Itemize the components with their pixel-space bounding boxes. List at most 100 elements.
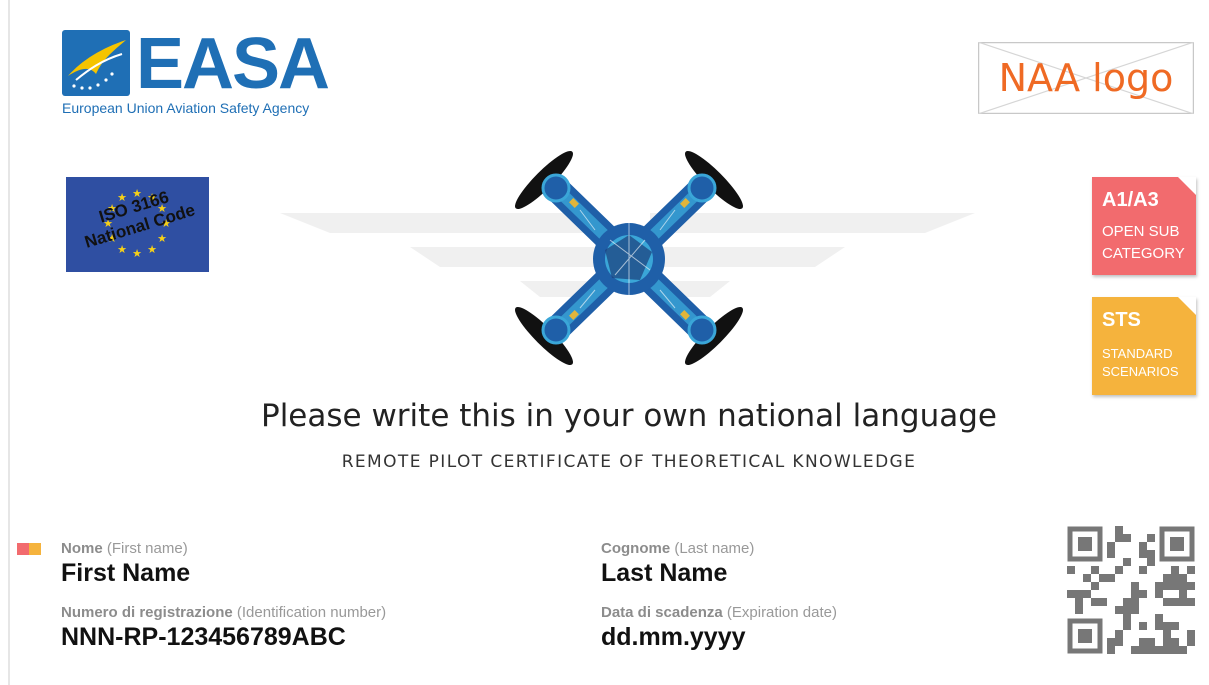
qr-module bbox=[1099, 598, 1107, 606]
qr-module bbox=[1163, 622, 1171, 630]
qr-module bbox=[1123, 606, 1131, 614]
marker-red-square bbox=[17, 543, 29, 555]
qr-module bbox=[1147, 558, 1155, 566]
field-label-english: (First name) bbox=[106, 540, 188, 557]
naa-logo-text: NAA logo bbox=[998, 56, 1174, 100]
easa-tagline: European Union Aviation Safety Agency bbox=[62, 100, 310, 116]
badge-a1-a3: A1/A3 OPEN SUB CATEGORY bbox=[1092, 177, 1196, 275]
first-name-value: First Name bbox=[61, 559, 191, 587]
qr-module bbox=[1139, 550, 1147, 558]
qr-module bbox=[1139, 590, 1147, 598]
badge-desc-line1: STANDARD bbox=[1102, 346, 1173, 361]
field-label-english: (Last name) bbox=[674, 540, 755, 557]
qr-module bbox=[1187, 598, 1195, 606]
qr-module bbox=[1067, 590, 1075, 598]
qr-module bbox=[1187, 566, 1195, 574]
qr-module bbox=[1171, 638, 1179, 646]
field-last-name: Cognome (Last name) Last Name bbox=[601, 540, 754, 588]
qr-module bbox=[1187, 582, 1195, 590]
drone-illustration bbox=[515, 151, 743, 365]
svg-text:★: ★ bbox=[147, 243, 157, 256]
badge-sts: STS STANDARD SCENARIOS bbox=[1092, 297, 1196, 395]
qr-module bbox=[1171, 566, 1179, 574]
qr-module bbox=[1179, 590, 1187, 598]
category-color-marker bbox=[17, 543, 41, 555]
badge-desc-line1: OPEN SUB bbox=[1102, 223, 1180, 240]
field-label: Cognome (Last name) bbox=[601, 540, 754, 557]
qr-module bbox=[1171, 574, 1179, 582]
corner-fold-icon bbox=[1178, 297, 1196, 315]
qr-module bbox=[1163, 598, 1171, 606]
qr-module bbox=[1107, 574, 1115, 582]
svg-text:★: ★ bbox=[132, 247, 142, 260]
qr-module bbox=[1115, 566, 1123, 574]
qr-module bbox=[1187, 630, 1195, 638]
expiration-date-value: dd.mm.yyyy bbox=[601, 623, 746, 651]
qr-module bbox=[1091, 566, 1099, 574]
qr-module bbox=[1115, 526, 1123, 534]
eu-flag: ★ ★ ★ ★ ★ ★ ★ ★ ★ ★ ★ ★ ISO 3166 Nationa… bbox=[66, 177, 209, 272]
qr-module bbox=[1075, 606, 1083, 614]
qr-module bbox=[1163, 638, 1171, 646]
easa-wordmark: EASA bbox=[136, 24, 330, 104]
field-label-local: Data di scadenza bbox=[601, 604, 723, 621]
qr-module bbox=[1107, 542, 1115, 550]
qr-module bbox=[1107, 646, 1115, 654]
field-label: Numero di registrazione (Identification … bbox=[61, 604, 386, 621]
badge-desc-line2: SCENARIOS bbox=[1102, 364, 1179, 379]
field-label-local: Nome bbox=[61, 540, 103, 557]
qr-module bbox=[1115, 630, 1123, 638]
qr-module bbox=[1131, 598, 1139, 606]
qr-module bbox=[1147, 646, 1155, 654]
qr-module bbox=[1147, 638, 1155, 646]
qr-module bbox=[1163, 646, 1171, 654]
easa-emblem-icon bbox=[62, 30, 130, 96]
qr-module bbox=[1171, 598, 1179, 606]
qr-module bbox=[1155, 614, 1163, 622]
qr-module bbox=[1179, 598, 1187, 606]
field-first-name: Nome (First name) First Name bbox=[61, 540, 190, 588]
field-identification-number: Numero di registrazione (Identification … bbox=[61, 604, 386, 652]
qr-module bbox=[1171, 622, 1179, 630]
qr-module bbox=[1099, 574, 1107, 582]
svg-text:★: ★ bbox=[157, 232, 167, 245]
qr-module bbox=[1083, 574, 1091, 582]
svg-text:★: ★ bbox=[117, 243, 127, 256]
certificate-subtitle: REMOTE PILOT CERTIFICATE OF THEORETICAL … bbox=[341, 452, 917, 472]
qr-module bbox=[1139, 646, 1147, 654]
certificate-main-title: Please write this in your own national l… bbox=[261, 398, 997, 434]
qr-module bbox=[1091, 582, 1099, 590]
last-name-value: Last Name bbox=[601, 559, 728, 587]
badge-desc-line2: CATEGORY bbox=[1102, 245, 1185, 262]
field-expiration-date: Data di scadenza (Expiration date) dd.mm… bbox=[601, 604, 837, 652]
qr-module bbox=[1123, 558, 1131, 566]
qr-module bbox=[1115, 638, 1123, 646]
badge-code: A1/A3 bbox=[1102, 189, 1159, 211]
qr-module bbox=[1163, 582, 1171, 590]
qr-module bbox=[1131, 606, 1139, 614]
qr-module bbox=[1123, 622, 1131, 630]
qr-module bbox=[1155, 582, 1163, 590]
field-label-local: Numero di registrazione bbox=[61, 604, 233, 621]
qr-module bbox=[1115, 606, 1123, 614]
qr-module bbox=[1147, 550, 1155, 558]
field-label: Nome (First name) bbox=[61, 540, 190, 557]
qr-code-icon bbox=[1067, 526, 1195, 654]
qr-module bbox=[1131, 590, 1139, 598]
qr-module bbox=[1067, 566, 1075, 574]
qr-module bbox=[1171, 646, 1179, 654]
corner-fold-icon bbox=[1178, 177, 1196, 195]
qr-module bbox=[1179, 574, 1187, 582]
qr-module bbox=[1171, 582, 1179, 590]
qr-module bbox=[1131, 582, 1139, 590]
qr-module bbox=[1075, 598, 1083, 606]
qr-module bbox=[1075, 590, 1083, 598]
qr-module bbox=[1139, 638, 1147, 646]
badge-code: STS bbox=[1102, 309, 1141, 331]
field-label-english: (Expiration date) bbox=[726, 604, 837, 621]
qr-module bbox=[1163, 630, 1171, 638]
qr-module bbox=[1179, 646, 1187, 654]
field-label-english: (Identification number) bbox=[236, 604, 387, 621]
qr-module bbox=[1155, 646, 1163, 654]
identification-number-value: NNN-RP-123456789ABC bbox=[61, 623, 346, 651]
